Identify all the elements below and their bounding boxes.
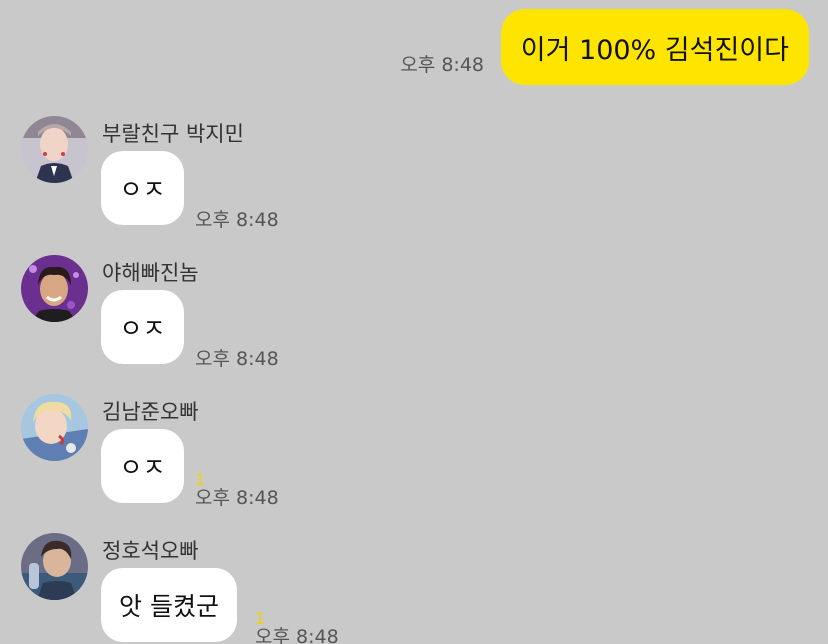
avatar[interactable] xyxy=(21,394,88,461)
sender-name: 야해빠진놈 xyxy=(102,261,199,285)
sender-name: 부랄친구 박지민 xyxy=(102,122,244,146)
message-time: 오후 8:48 xyxy=(255,626,339,644)
message-time: 오후 8:48 xyxy=(400,54,484,76)
message-bubble[interactable]: ㅇㅈ xyxy=(101,290,184,364)
friend-message-row: 야해빠진놈 ㅇㅈ 오후 8:48 xyxy=(0,255,828,385)
sender-name: 정호석오빠 xyxy=(102,539,199,563)
avatar[interactable] xyxy=(21,533,88,600)
friend-message-row: 정호석오빠 앗 들켰군 1 오후 8:48 xyxy=(0,533,828,644)
friend-message-row: 부랄친구 박지민 ㅇㅈ 오후 8:48 xyxy=(0,116,828,246)
sender-name: 김남준오빠 xyxy=(102,400,199,424)
avatar[interactable] xyxy=(21,116,88,183)
profile-photo-icon xyxy=(21,533,88,600)
my-message-bubble[interactable]: 이거 100% 김석진이다 xyxy=(500,9,809,85)
friend-message-row: 김남준오빠 ㅇㅈ 1 오후 8:48 xyxy=(0,394,828,524)
my-message[interactable]: 이거 100% 김석진이다 xyxy=(500,9,809,85)
chat-room: 오후 8:48 이거 100% 김석진이다 부랄친구 박지민 ㅇㅈ 오후 8:4… xyxy=(0,0,828,644)
message-bubble[interactable]: ㅇㅈ xyxy=(101,429,184,503)
profile-photo-icon xyxy=(21,394,88,461)
message-time: 오후 8:48 xyxy=(195,348,279,370)
profile-photo-icon xyxy=(21,255,88,322)
message-bubble[interactable]: ㅇㅈ xyxy=(101,151,184,225)
message-time: 오후 8:48 xyxy=(195,487,279,509)
message-bubble[interactable]: 앗 들켰군 xyxy=(101,568,237,642)
avatar[interactable] xyxy=(21,255,88,322)
profile-photo-icon xyxy=(21,116,88,183)
message-time: 오후 8:48 xyxy=(195,209,279,231)
